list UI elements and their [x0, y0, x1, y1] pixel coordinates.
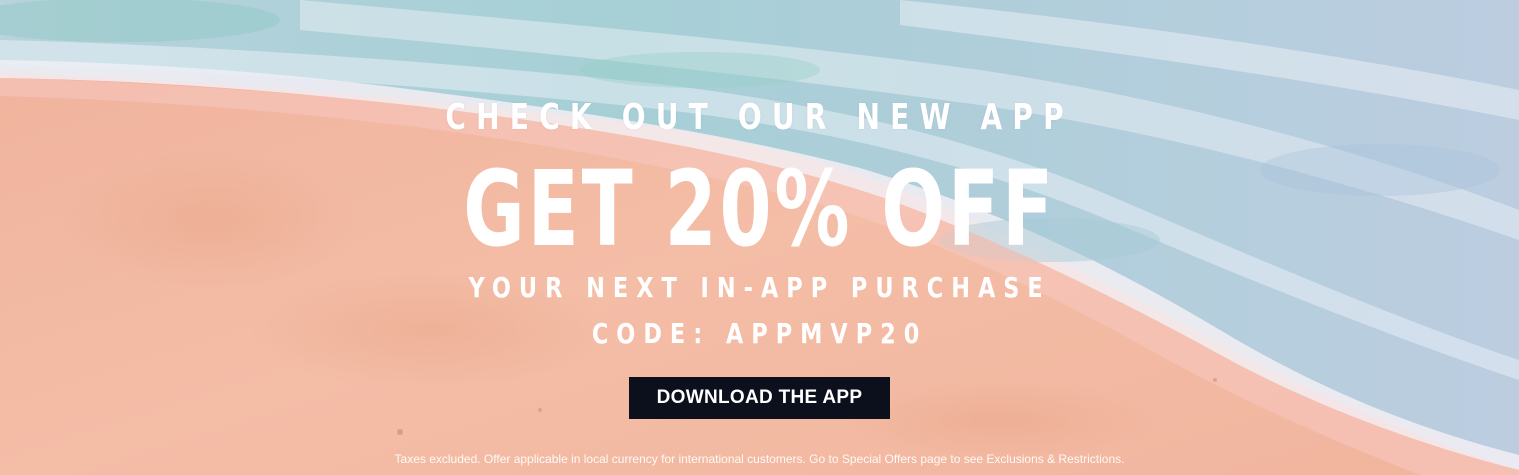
- promo-banner: CHECK OUT OUR NEW APP GET 20% OFF YOUR N…: [0, 0, 1519, 475]
- promo-content: CHECK OUT OUR NEW APP GET 20% OFF YOUR N…: [0, 0, 1519, 475]
- promo-code: CODE: APPMVP20: [591, 317, 928, 350]
- promo-headline: GET 20% OFF: [463, 148, 1056, 270]
- promo-eyebrow: CHECK OUT OUR NEW APP: [445, 97, 1074, 138]
- disclaimer-text: Taxes excluded. Offer applicable in loca…: [394, 452, 1125, 466]
- download-app-button[interactable]: DOWNLOAD THE APP: [629, 377, 890, 419]
- promo-subline: YOUR NEXT IN-APP PURCHASE: [468, 271, 1051, 304]
